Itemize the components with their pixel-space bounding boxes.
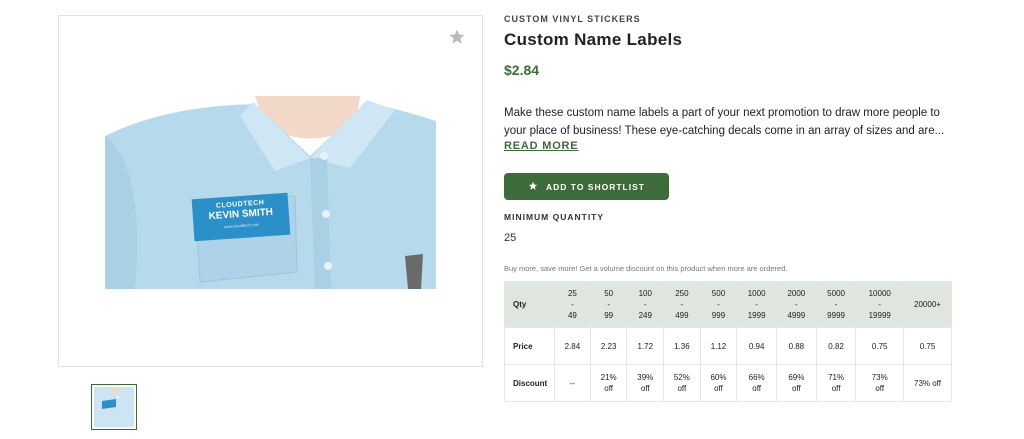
qty-row: Qty 25-49 50-99 100-249 250-499 500-999 … xyxy=(504,281,952,328)
price-cell: 0.94 xyxy=(736,327,777,365)
volume-discount-note: Buy more, save more! Get a volume discou… xyxy=(504,264,788,273)
price-cell: 2.84 xyxy=(554,327,591,365)
price-cell: 1.12 xyxy=(699,327,738,365)
minimum-quantity-value: 25 xyxy=(504,232,517,244)
qty-cell: 2000-4999 xyxy=(776,281,817,328)
star-icon xyxy=(528,181,538,193)
discount-row: Discount -- 21% off 39% off 52% off 60% off … xyxy=(504,364,952,402)
discount-cell: 21% off xyxy=(589,364,628,402)
price-header: Price xyxy=(504,327,555,365)
price-cell: 2.23 xyxy=(589,327,628,365)
qty-cell: 500-999 xyxy=(699,281,738,328)
price-cell: 0.75 xyxy=(903,327,952,365)
discount-cell: 66% off xyxy=(736,364,777,402)
discount-cell: 71% off xyxy=(815,364,857,402)
shortlist-label: ADD TO SHORTLIST xyxy=(546,181,645,192)
price-cell: 1.36 xyxy=(663,327,701,365)
product-title: Custom Name Labels xyxy=(504,30,683,49)
price-cell: 0.82 xyxy=(815,327,857,365)
discount-header: Discount xyxy=(504,364,555,402)
discount-cell: 39% off xyxy=(626,364,665,402)
name-label-sticker: CLOUDTECH KEVIN SMITH www.cloudtech.com xyxy=(191,192,291,242)
product-thumbnail[interactable] xyxy=(91,384,137,430)
qty-cell: 5000-9999 xyxy=(815,281,857,328)
price-cell: 1.72 xyxy=(626,327,665,365)
read-more-link[interactable]: READ MORE xyxy=(504,140,578,152)
discount-cell: 73% off xyxy=(903,364,952,402)
qty-cell: 10000-19999 xyxy=(855,281,904,328)
qty-cell: 50-99 xyxy=(589,281,628,328)
qty-cell: 25-49 xyxy=(554,281,591,328)
qty-cell: 1000-1999 xyxy=(736,281,777,328)
qty-cell: 100-249 xyxy=(626,281,665,328)
product-category[interactable]: CUSTOM VINYL STICKERS xyxy=(504,14,641,24)
product-price: $2.84 xyxy=(504,62,540,78)
description-line: Make these custom name labels a part of … xyxy=(504,107,940,119)
qty-cell: 20000+ xyxy=(903,281,952,328)
product-description: Make these custom name labels a part of … xyxy=(504,104,954,140)
qty-header: Qty xyxy=(504,281,555,328)
volume-pricing-table: Qty 25-49 50-99 100-249 250-499 500-999 … xyxy=(504,281,952,402)
discount-cell: -- xyxy=(554,364,591,402)
favorite-star-icon[interactable] xyxy=(448,28,466,46)
discount-cell: 52% off xyxy=(663,364,701,402)
add-to-shortlist-button[interactable]: ADD TO SHORTLIST xyxy=(504,173,669,200)
discount-cell: 69% off xyxy=(776,364,817,402)
price-cell: 0.75 xyxy=(855,327,904,365)
qty-cell: 250-499 xyxy=(663,281,701,328)
price-cell: 0.88 xyxy=(776,327,817,365)
product-photo: CLOUDTECH KEVIN SMITH www.cloudtech.com xyxy=(105,96,436,289)
description-line: your place of business! These eye-catchi… xyxy=(504,125,945,137)
discount-cell: 73% off xyxy=(855,364,904,402)
price-row: Price 2.84 2.23 1.72 1.36 1.12 0.94 0.88… xyxy=(504,327,952,365)
minimum-quantity-label: MINIMUM QUANTITY xyxy=(504,212,605,222)
discount-cell: 60% off xyxy=(699,364,738,402)
product-image-panel: CLOUDTECH KEVIN SMITH www.cloudtech.com xyxy=(58,15,483,367)
